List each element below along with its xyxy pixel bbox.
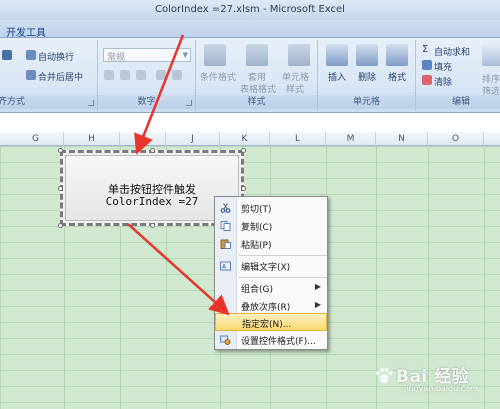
resize-handle-top-middle[interactable]: [150, 148, 155, 153]
group-label-cells: 单元格: [318, 95, 415, 109]
context-menu: 剪切(T) 复制(C) 粘贴(P) A 编辑文字(X) 组合(G) ▶ 叠放次序…: [214, 196, 328, 350]
column-header-o[interactable]: O: [428, 132, 484, 146]
button-caption-line2: ColorIndex =27: [105, 195, 199, 208]
menu-item-copy-label: 复制(C): [241, 223, 273, 233]
insert-button[interactable]: 插入: [328, 70, 346, 83]
submenu-arrow-icon: ▶: [314, 300, 321, 309]
resize-handle-top-left[interactable]: [58, 148, 63, 153]
format-button[interactable]: 格式: [388, 70, 406, 83]
table-format-icon: [246, 44, 268, 66]
copy-icon: [220, 221, 231, 231]
group-editing: Σ 自动求和 填充 清除 排序 筛选 编辑: [416, 40, 500, 111]
resize-handle-middle-right[interactable]: [241, 186, 246, 191]
format-control-icon: [220, 335, 231, 345]
menu-item-paste[interactable]: 粘贴(P): [215, 235, 327, 253]
group-label-styles: 样式: [196, 95, 317, 109]
ribbon: 自动换行 合并后居中 齐方式 常规 ▼ 数字 条件格式 套用 表格格式 单元格 …: [0, 38, 500, 113]
conditional-format-icon: [204, 44, 226, 66]
merge-center-button[interactable]: 合并后居中: [38, 70, 83, 83]
chevron-down-icon: ▼: [182, 51, 188, 59]
sort-filter-icon: [482, 44, 500, 66]
paste-icon: [220, 239, 231, 249]
column-header: G H I J K L M N O: [0, 132, 500, 146]
sigma-icon: Σ: [422, 44, 429, 55]
clear-button[interactable]: 清除: [434, 75, 452, 88]
indent-icon[interactable]: [2, 50, 12, 60]
number-launcher-icon[interactable]: [186, 100, 192, 106]
column-header-l[interactable]: L: [270, 132, 326, 146]
wrap-text-button[interactable]: 自动换行: [38, 50, 74, 63]
formula-bar-area: [0, 113, 500, 132]
menu-separator: [239, 277, 327, 278]
group-label-number: 数字: [98, 95, 195, 109]
menu-item-format-control[interactable]: 设置控件格式(F)...: [215, 331, 327, 349]
currency-icon[interactable]: [104, 70, 114, 80]
group-styles: 条件格式 套用 表格格式 单元格 样式 样式: [196, 40, 318, 111]
resize-handle-middle-left[interactable]: [58, 186, 63, 191]
wrap-text-icon: [26, 50, 36, 60]
menu-item-copy[interactable]: 复制(C): [215, 217, 327, 235]
menu-item-group-label: 组合(G): [241, 285, 273, 295]
menu-item-cut-label: 剪切(T): [241, 205, 272, 215]
menu-item-assign-macro[interactable]: 指定宏(N)...: [215, 313, 327, 331]
decrease-decimal-icon[interactable]: [172, 70, 182, 80]
form-control-button-face: 单击按钮控件触发 ColorIndex =27: [65, 155, 239, 221]
menu-item-group[interactable]: 组合(G) ▶: [215, 279, 327, 297]
percent-icon[interactable]: [120, 70, 130, 80]
menu-item-order-label: 叠放次序(R): [241, 303, 291, 313]
edit-text-icon: A: [220, 261, 231, 271]
resize-handle-top-right[interactable]: [241, 148, 246, 153]
fill-icon: [422, 60, 432, 70]
table-format-label-2: 表格格式: [240, 85, 277, 95]
fill-button[interactable]: 填充: [434, 60, 452, 73]
ribbon-tab-strip: 开发工具: [0, 20, 500, 39]
alignment-launcher-icon[interactable]: [88, 100, 94, 106]
group-number: 常规 ▼ 数字: [98, 40, 196, 111]
group-cells: 插入 删除 格式 单元格: [318, 40, 416, 111]
menu-item-paste-label: 粘贴(P): [241, 241, 272, 251]
merge-center-icon: [26, 70, 36, 80]
paw-logo-icon: [376, 368, 393, 383]
number-format-value: 常规: [107, 53, 126, 63]
eraser-icon: [422, 75, 432, 85]
scissors-icon: [220, 203, 231, 213]
resize-handle-bottom-middle[interactable]: [150, 223, 155, 228]
comma-icon[interactable]: [136, 70, 146, 80]
menu-item-assign-macro-label: 指定宏(N)...: [242, 320, 292, 330]
menu-item-edit-text[interactable]: A 编辑文字(X): [215, 257, 327, 275]
menu-item-cut[interactable]: 剪切(T): [215, 199, 327, 217]
column-header-i[interactable]: I: [120, 132, 166, 146]
group-label-alignment: 齐方式: [0, 95, 97, 109]
column-header-n[interactable]: N: [376, 132, 428, 146]
watermark-url: jingyan.baidu.com: [404, 384, 478, 393]
number-format-dropdown[interactable]: 常规 ▼: [103, 48, 191, 63]
menu-item-edit-text-label: 编辑文字(X): [241, 263, 291, 273]
window-title: ColorIndex =27.xlsm - Microsoft Excel: [155, 4, 345, 15]
menu-item-format-control-label: 设置控件格式(F)...: [241, 337, 316, 347]
title-bar: ColorIndex =27.xlsm - Microsoft Excel: [0, 0, 500, 20]
format-icon: [386, 44, 408, 66]
group-label-editing: 编辑: [416, 95, 500, 109]
column-header-j[interactable]: J: [166, 132, 220, 146]
column-header-k[interactable]: K: [220, 132, 270, 146]
column-header-g[interactable]: G: [8, 132, 64, 146]
tab-developer[interactable]: 开发工具: [2, 22, 50, 39]
insert-icon: [326, 44, 348, 66]
cell-style-icon: [288, 44, 310, 66]
menu-separator: [239, 255, 327, 256]
delete-icon: [356, 44, 378, 66]
baidu-jingyan-watermark: Bai 经验 jingyan.baidu.com: [370, 362, 495, 404]
column-header-m[interactable]: M: [326, 132, 376, 146]
resize-handle-bottom-left[interactable]: [58, 223, 63, 228]
delete-button[interactable]: 删除: [358, 70, 376, 83]
column-header-h[interactable]: H: [64, 132, 120, 146]
cell-style-label-2: 样式: [286, 85, 305, 95]
group-alignment: 自动换行 合并后居中 齐方式: [0, 40, 98, 111]
autosum-button[interactable]: 自动求和: [434, 45, 470, 58]
increase-decimal-icon[interactable]: [156, 70, 166, 80]
conditional-format-button[interactable]: 条件格式: [200, 70, 236, 83]
submenu-arrow-icon: ▶: [314, 282, 321, 291]
